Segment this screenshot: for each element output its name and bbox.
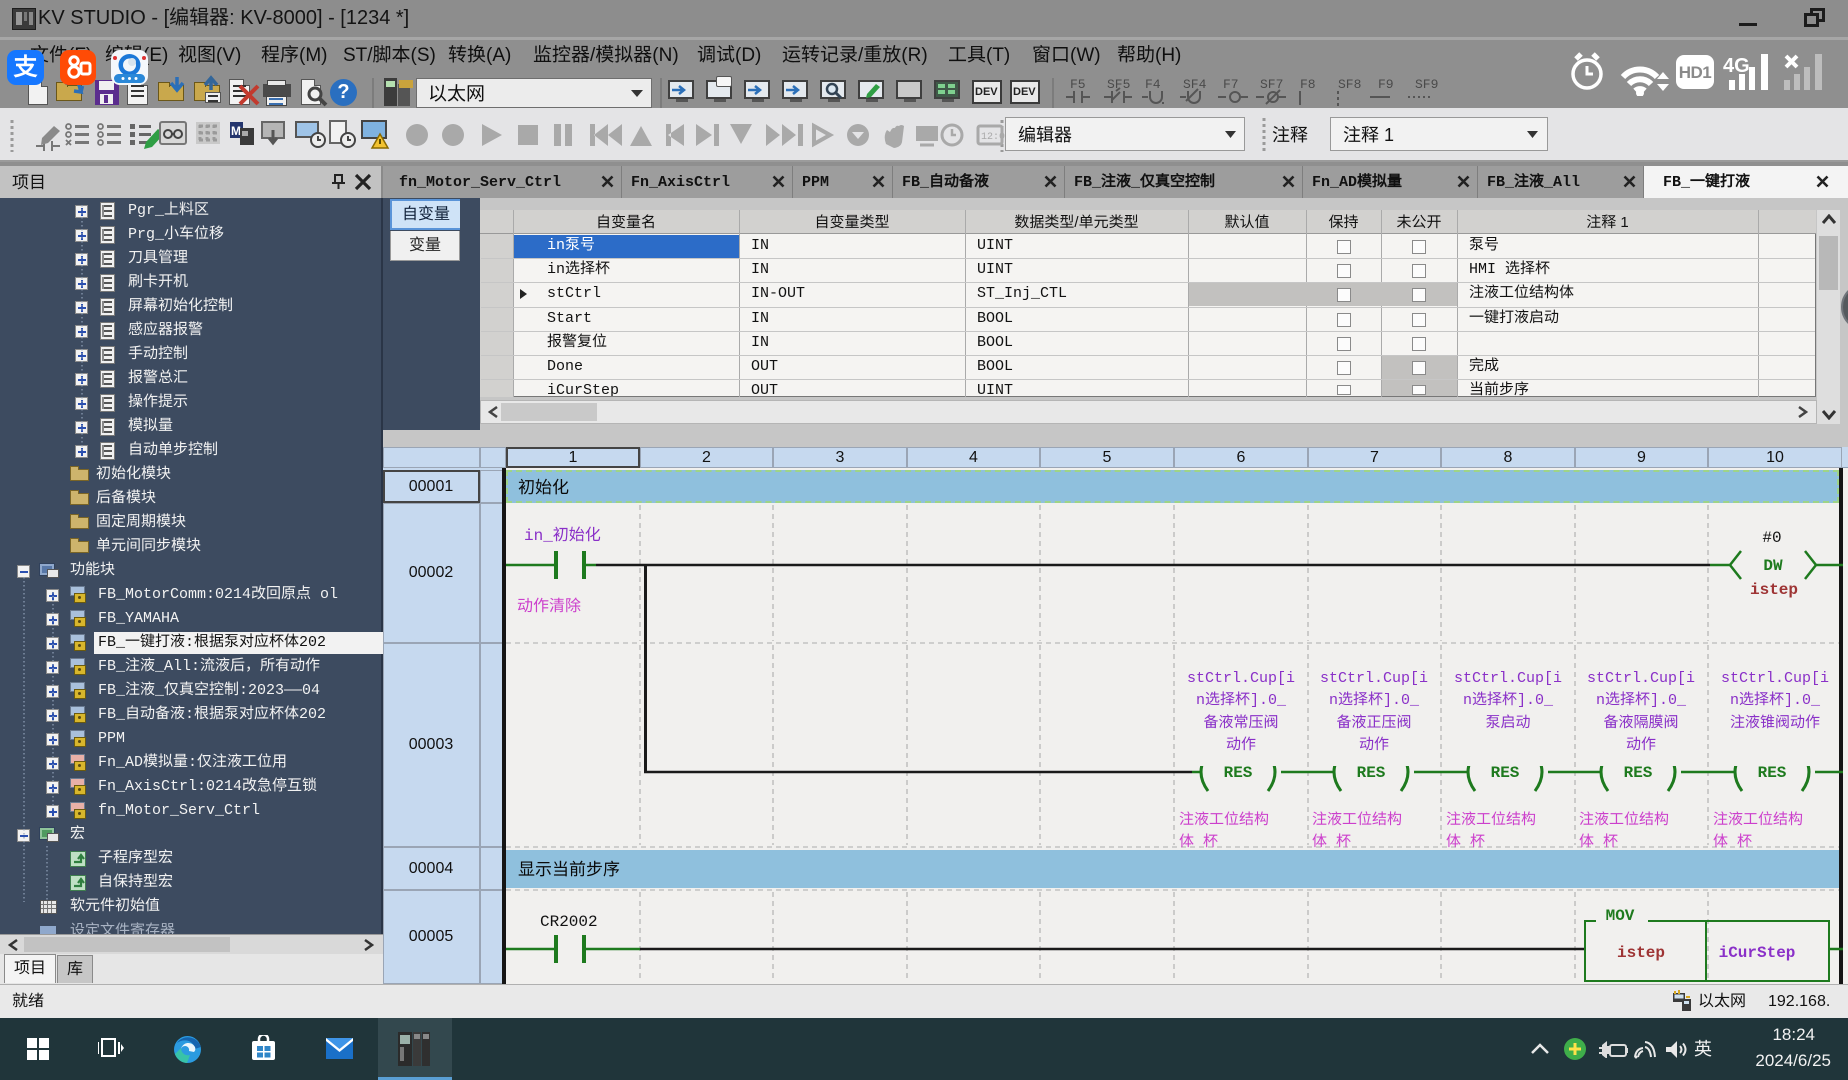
svg-text:M: M	[231, 124, 241, 138]
svg-text:HD1: HD1	[1679, 63, 1712, 82]
svg-text:4G: 4G	[1723, 55, 1750, 77]
svg-text:12:0: 12:0	[981, 132, 1005, 143]
